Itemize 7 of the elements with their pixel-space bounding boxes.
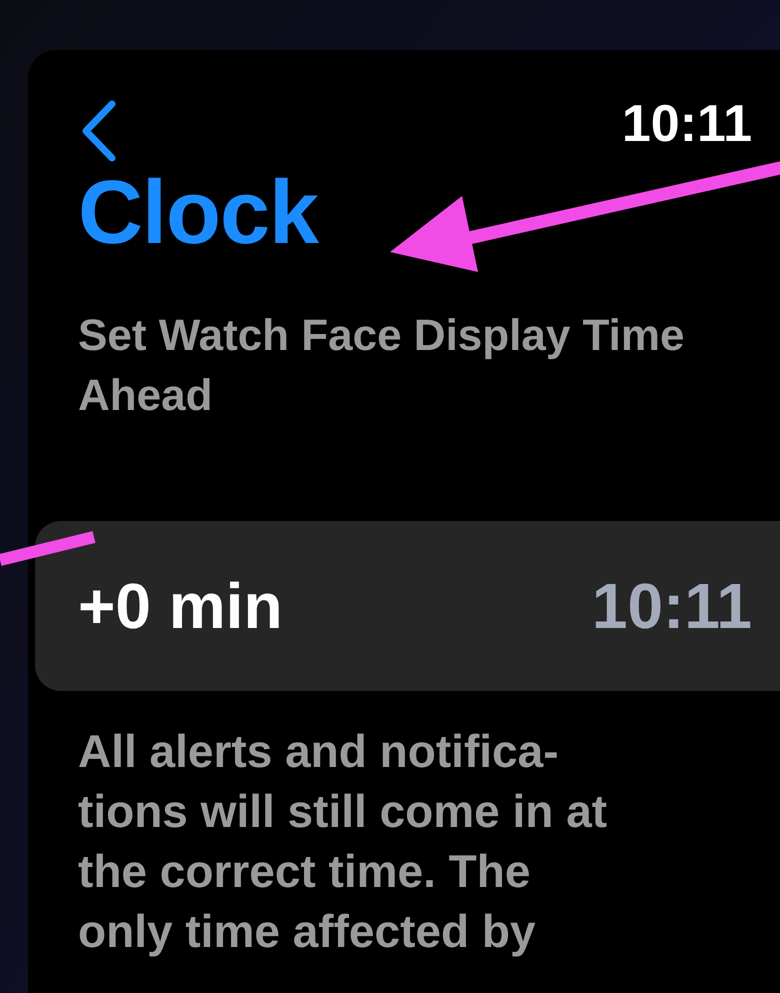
- offset-value: +0 min: [78, 574, 283, 638]
- offset-time: 10:11: [592, 574, 752, 638]
- subtitle: Set Watch Face Display Time Ahead: [78, 310, 686, 422]
- page-title: Clock: [78, 168, 318, 258]
- description: All alerts and notifica- tions will still come in at the correct time. The only time affected by: [78, 724, 608, 959]
- status-time: 10:11: [622, 98, 752, 150]
- offset-row[interactable]: +0 min 10:11: [35, 521, 780, 691]
